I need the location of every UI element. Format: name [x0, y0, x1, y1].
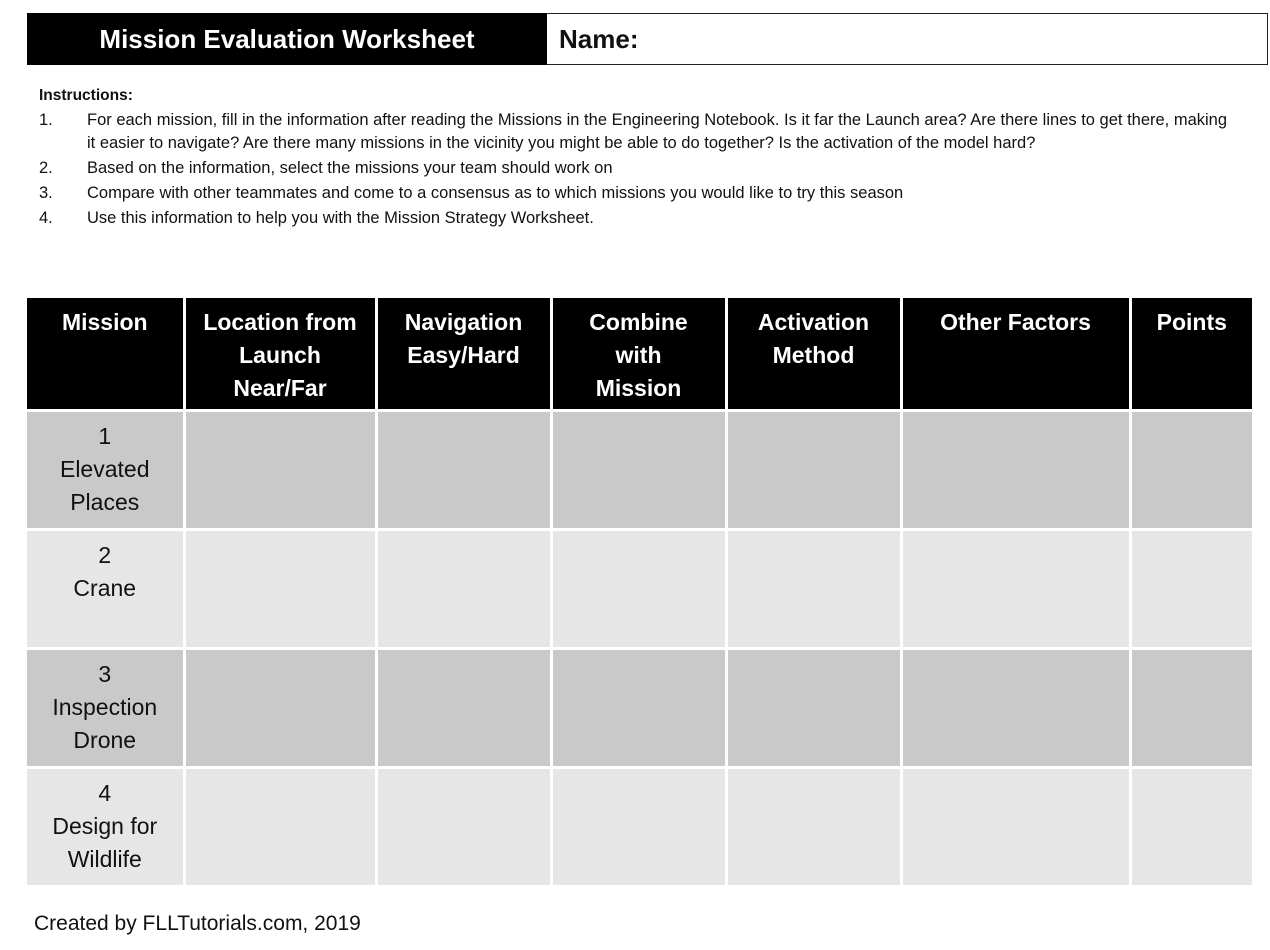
- table-header-row: Mission Location from Launch Near/Far Naviga…: [27, 298, 1252, 412]
- entry-cell[interactable]: [899, 527, 1132, 650]
- entry-cell[interactable]: [182, 765, 378, 885]
- entry-cell[interactable]: [549, 765, 728, 885]
- mission-name: Design for: [52, 813, 158, 839]
- entry-cell[interactable]: [724, 408, 903, 531]
- instructions-title: Instructions:: [39, 87, 133, 104]
- name-field-box: Name:: [547, 13, 1268, 65]
- entry-cell[interactable]: [182, 646, 378, 769]
- column-header-line: Near/Far: [233, 375, 327, 401]
- entry-cell[interactable]: [549, 646, 728, 769]
- entry-cell[interactable]: [374, 408, 553, 531]
- table-row: 2 Crane: [27, 527, 1252, 650]
- mission-name: Crane: [73, 575, 137, 601]
- instruction-item: 2. Based on the information, select the …: [39, 157, 1239, 180]
- instruction-number: 3.: [39, 184, 53, 202]
- instruction-text: Based on the information, select the mis…: [87, 159, 613, 177]
- entry-cell[interactable]: [899, 408, 1132, 531]
- entry-cell[interactable]: [724, 765, 903, 885]
- worksheet-title: Mission Evaluation Worksheet: [27, 13, 547, 65]
- column-header-line: with: [615, 342, 662, 368]
- instruction-item: 1. For each mission, fill in the informa…: [39, 109, 1239, 155]
- table-row: 1 Elevated Places: [27, 408, 1252, 531]
- entry-cell[interactable]: [899, 765, 1132, 885]
- entry-cell[interactable]: [1128, 646, 1252, 769]
- column-header-line: Mission: [61, 309, 148, 335]
- entry-cell[interactable]: [724, 527, 903, 650]
- instruction-text: For each mission, fill in the informatio…: [87, 111, 1228, 152]
- instruction-text: Compare with other teammates and come to…: [87, 184, 904, 202]
- footer-credit: Created by FLLTutorials.com, 2019: [34, 912, 361, 935]
- mission-number: 3: [98, 661, 112, 687]
- column-header-line: Mission: [595, 375, 682, 401]
- mission-cell: 2 Crane: [27, 527, 186, 650]
- entry-cell[interactable]: [374, 527, 553, 650]
- entry-cell[interactable]: [1128, 408, 1252, 531]
- column-header-line: Launch: [239, 342, 321, 368]
- mission-number: 2: [98, 542, 112, 568]
- instruction-text: Use this information to help you with th…: [87, 209, 594, 227]
- instruction-item: 4. Use this information to help you with…: [39, 207, 1239, 230]
- column-header-line: Combine: [589, 309, 688, 335]
- entry-cell[interactable]: [899, 646, 1132, 769]
- column-header-line: Method: [772, 342, 855, 368]
- instructions-list: 1. For each mission, fill in the informa…: [39, 109, 1239, 230]
- column-header: Location from Launch Near/Far: [182, 298, 378, 412]
- column-header: Mission: [27, 298, 186, 412]
- entry-cell[interactable]: [182, 408, 378, 531]
- mission-name: Elevated: [59, 456, 150, 482]
- column-header-line: Activation: [757, 309, 870, 335]
- instruction-item: 3. Compare with other teammates and come…: [39, 182, 1239, 205]
- entry-cell[interactable]: [724, 646, 903, 769]
- entry-cell[interactable]: [182, 527, 378, 650]
- mission-name: Places: [70, 489, 140, 515]
- column-header-line: Other Factors: [940, 309, 1091, 335]
- entry-cell[interactable]: [1128, 527, 1252, 650]
- name-label: Name:: [559, 23, 639, 54]
- table-row: 3 Inspection Drone: [27, 646, 1252, 769]
- entry-cell[interactable]: [374, 765, 553, 885]
- entry-cell[interactable]: [374, 646, 553, 769]
- mission-name: Inspection: [52, 694, 158, 720]
- mission-number: 1: [98, 423, 112, 449]
- mission-name: Drone: [73, 727, 137, 753]
- instruction-number: 2.: [39, 159, 53, 177]
- mission-evaluation-table: Mission Location from Launch Near/Far Naviga…: [27, 298, 1252, 885]
- name-input[interactable]: [648, 18, 1267, 60]
- mission-cell: 3 Inspection Drone: [27, 646, 186, 769]
- column-header: Other Factors: [899, 298, 1132, 412]
- mission-cell: 4 Design for Wildlife: [27, 765, 186, 885]
- column-header: Combine with Mission: [549, 298, 728, 412]
- instruction-number: 1.: [39, 111, 53, 129]
- column-header: Activation Method: [724, 298, 903, 412]
- table-body: 1 Elevated Places 2 Crane 3 Inspection Drone 4 D…: [27, 408, 1252, 885]
- column-header-line: Easy/Hard: [407, 342, 520, 368]
- worksheet-header: Mission Evaluation Worksheet Name:: [27, 13, 1268, 65]
- mission-number: 4: [98, 780, 112, 806]
- instruction-number: 4.: [39, 209, 53, 227]
- column-header-line: Navigation: [404, 309, 523, 335]
- entry-cell[interactable]: [549, 408, 728, 531]
- column-header: Navigation Easy/Hard: [374, 298, 553, 412]
- entry-cell[interactable]: [549, 527, 728, 650]
- mission-cell: 1 Elevated Places: [27, 408, 186, 531]
- instructions-section: Instructions: 1. For each mission, fill …: [39, 84, 1239, 232]
- table-row: 4 Design for Wildlife: [27, 765, 1252, 885]
- column-header: Points: [1128, 298, 1252, 412]
- column-header-line: Location from: [203, 309, 357, 335]
- mission-name: Wildlife: [67, 846, 142, 872]
- entry-cell[interactable]: [1128, 765, 1252, 885]
- column-header-line: Points: [1156, 309, 1227, 335]
